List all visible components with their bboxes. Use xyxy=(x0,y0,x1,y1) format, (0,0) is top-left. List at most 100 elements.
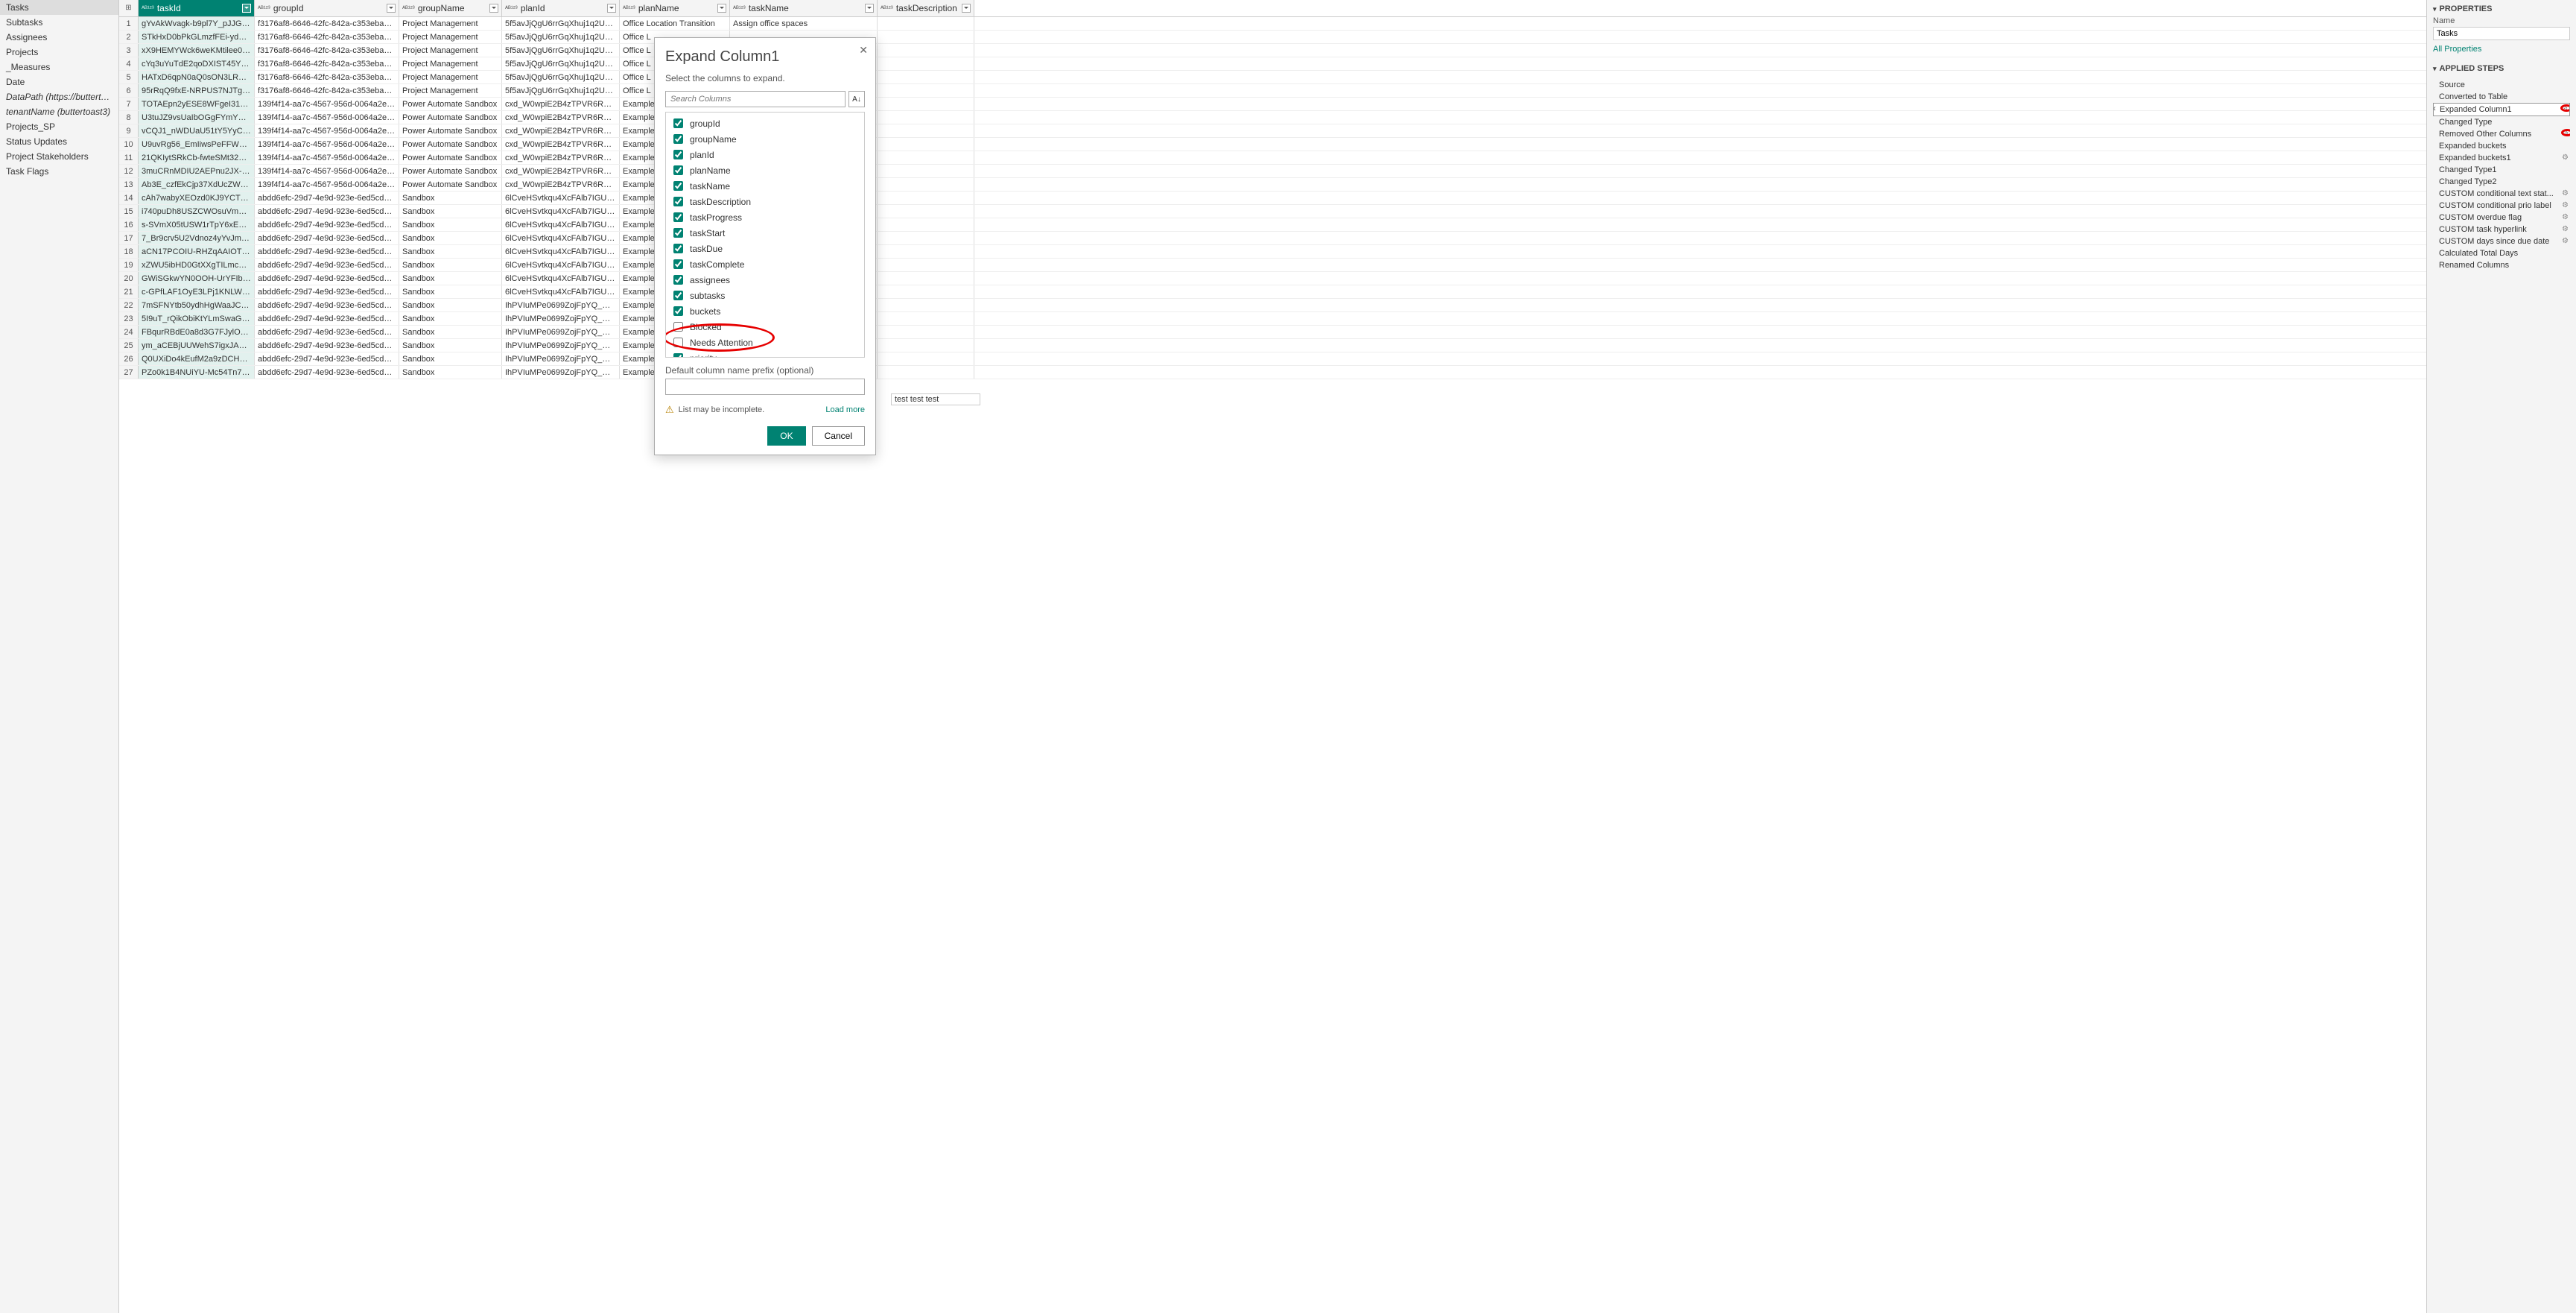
datatype-icon[interactable]: ᴬᴮ¹²³ xyxy=(881,4,893,12)
query-item[interactable]: Assignees xyxy=(0,30,118,45)
cell[interactable] xyxy=(878,339,974,352)
column-checkbox[interactable] xyxy=(673,228,683,238)
column-checkbox-row[interactable]: planId xyxy=(670,147,860,162)
table-row[interactable]: 5HATxD6qpN0aQ0sON3LR9w2UA...f3176af8-664… xyxy=(119,71,2426,84)
cell[interactable]: i740puDh8USZCWOsuVmCM2U... xyxy=(139,205,255,218)
cell[interactable] xyxy=(878,232,974,244)
cell[interactable]: xZWU5ibHD0GtXXgTILmcCGUAG... xyxy=(139,259,255,271)
applied-step[interactable]: Expanded buckets xyxy=(2433,140,2570,152)
cell[interactable]: abdd6efc-29d7-4e9d-923e-6ed5cda7ebce xyxy=(255,259,399,271)
cell[interactable]: Project Management xyxy=(399,44,502,57)
cell[interactable] xyxy=(878,352,974,365)
cell[interactable]: 6lCveHSvtkqu4XcFAlb7IGUADZ6j xyxy=(502,218,620,231)
table-row[interactable]: 227mSFNYtb50ydhHgWaaJCJGUAP...abdd6efc-2… xyxy=(119,299,2426,312)
cell[interactable]: cxd_W0wpiE2B4zTPVR6R8GUA... xyxy=(502,138,620,151)
cell[interactable]: 5f5avJjQgU6rrGqXhuj1q2UAHM... xyxy=(502,71,620,83)
cell[interactable]: STkHxD0bPkGLmzfFEi-ydWUAFt... xyxy=(139,31,255,43)
cell[interactable]: abdd6efc-29d7-4e9d-923e-6ed5cda7ebce xyxy=(255,339,399,352)
gear-icon[interactable]: ⚙ xyxy=(2561,105,2568,113)
load-more-link[interactable]: Load more xyxy=(825,405,865,414)
cell[interactable] xyxy=(878,366,974,379)
column-header[interactable]: ᴬᴮ¹²³taskId xyxy=(139,0,255,16)
column-checkbox-row[interactable]: buckets xyxy=(670,303,860,319)
cell[interactable]: c-GPfLAF1OyE3LPj1KNLWUAFxXr xyxy=(139,285,255,298)
filter-dropdown-icon[interactable] xyxy=(607,4,616,13)
cell[interactable] xyxy=(878,178,974,191)
row-number[interactable]: 4 xyxy=(119,57,139,70)
cell[interactable]: Sandbox xyxy=(399,205,502,218)
cell[interactable] xyxy=(878,31,974,43)
table-row[interactable]: 8U3tuJZ9vsUaIbOGgFYmYNWUAF...139f4f14-aa… xyxy=(119,111,2426,124)
column-checkbox[interactable] xyxy=(673,150,683,159)
cell[interactable]: GWiSGkwYN0OOH-UrYFIbTGUA... xyxy=(139,272,255,285)
row-number[interactable]: 20 xyxy=(119,272,139,285)
column-checkbox[interactable] xyxy=(673,291,683,300)
cell[interactable]: 139f4f14-aa7c-4567-956d-0064a2e847b8 xyxy=(255,165,399,177)
cell[interactable]: f3176af8-6646-42fc-842a-c353eba59611 xyxy=(255,71,399,83)
table-row[interactable]: 3xX9HEMYWck6weKMtilee02UA...f3176af8-664… xyxy=(119,44,2426,57)
column-header[interactable]: ᴬᴮ¹²³planName xyxy=(620,0,730,16)
table-row[interactable]: 177_Br9crv5U2Vdnoz4yYvJmUALqsnabdd6efc-2… xyxy=(119,232,2426,245)
cell[interactable]: 95rRqQ9fxE-NRPUS7NJTgGUAF6I7 xyxy=(139,84,255,97)
cell[interactable]: Sandbox xyxy=(399,232,502,244)
cell[interactable]: abdd6efc-29d7-4e9d-923e-6ed5cda7ebce xyxy=(255,205,399,218)
cell[interactable]: ym_aCEBjUUWehS7igxJAo2UA... xyxy=(139,339,255,352)
query-item[interactable]: Tasks xyxy=(0,0,118,15)
column-checkbox-row[interactable]: assignees xyxy=(670,272,860,288)
row-number[interactable]: 5 xyxy=(119,71,139,83)
name-input[interactable] xyxy=(2433,27,2570,40)
applied-step[interactable]: CUSTOM overdue flag⚙ xyxy=(2433,212,2570,224)
row-number[interactable]: 2 xyxy=(119,31,139,43)
cell[interactable] xyxy=(878,245,974,258)
cell[interactable]: Project Management xyxy=(399,84,502,97)
ok-button[interactable]: OK xyxy=(767,426,805,446)
cell[interactable] xyxy=(878,57,974,70)
cell[interactable]: Sandbox xyxy=(399,366,502,379)
table-row[interactable]: 235I9uT_rQikObiKtYLmSwaGUAAEtYabdd6efc-2… xyxy=(119,312,2426,326)
cell[interactable]: FBqurRBdE0a8d3G7FJylOmUAM... xyxy=(139,326,255,338)
cell[interactable]: cYq3uYuTdE2qoDXIST45YmUAO... xyxy=(139,57,255,70)
table-row[interactable]: 695rRqQ9fxE-NRPUS7NJTgGUAF6I7f3176af8-66… xyxy=(119,84,2426,98)
column-checkbox[interactable] xyxy=(673,244,683,253)
applied-step[interactable]: Expanded buckets1⚙ xyxy=(2433,152,2570,164)
applied-step[interactable]: Removed Other Columns⚙ xyxy=(2433,128,2570,140)
cell[interactable]: cxd_W0wpiE2B4zTPVR6R8GUA... xyxy=(502,111,620,124)
row-number[interactable]: 14 xyxy=(119,192,139,204)
column-checkbox[interactable] xyxy=(673,259,683,269)
datatype-icon[interactable]: ᴬᴮ¹²³ xyxy=(733,4,746,12)
cell[interactable]: U9uvRg56_EmIiwsPeFFW42UAN... xyxy=(139,138,255,151)
cell[interactable]: Power Automate Sandbox xyxy=(399,124,502,137)
table-row[interactable]: 26Q0UXiDo4kEufM2a9zDCH82UAJ...abdd6efc-2… xyxy=(119,352,2426,366)
table-row[interactable]: 9vCQJ1_nWDUaU51tY5YyCDGUA...139f4f14-aa7… xyxy=(119,124,2426,138)
row-number[interactable]: 17 xyxy=(119,232,139,244)
cell[interactable]: Project Management xyxy=(399,17,502,30)
cell[interactable]: Project Management xyxy=(399,31,502,43)
row-number[interactable]: 13 xyxy=(119,178,139,191)
cell[interactable] xyxy=(878,124,974,137)
cell[interactable] xyxy=(878,165,974,177)
applied-step[interactable]: CUSTOM task hyperlink⚙ xyxy=(2433,224,2570,235)
row-number[interactable]: 12 xyxy=(119,165,139,177)
cell[interactable]: Sandbox xyxy=(399,352,502,365)
cell[interactable] xyxy=(878,312,974,325)
cell[interactable]: cxd_W0wpiE2B4zTPVR6R8GUA... xyxy=(502,124,620,137)
row-number[interactable]: 3 xyxy=(119,44,139,57)
query-item[interactable]: tenantName (buttertoast3) xyxy=(0,104,118,119)
cell[interactable]: Power Automate Sandbox xyxy=(399,178,502,191)
query-item[interactable]: Projects xyxy=(0,45,118,60)
datatype-icon[interactable]: ᴬᴮ¹²³ xyxy=(505,4,518,12)
query-item[interactable]: Subtasks xyxy=(0,15,118,30)
cell[interactable]: abdd6efc-29d7-4e9d-923e-6ed5cda7ebce xyxy=(255,232,399,244)
column-checkbox-row[interactable]: planName xyxy=(670,162,860,178)
column-checkbox[interactable] xyxy=(673,118,683,128)
cell[interactable]: Assign office spaces xyxy=(730,17,878,30)
applied-step[interactable]: CUSTOM days since due date⚙ xyxy=(2433,235,2570,247)
column-header[interactable]: ᴬᴮ¹²³taskName xyxy=(730,0,878,16)
cell[interactable]: f3176af8-6646-42fc-842a-c353eba59611 xyxy=(255,57,399,70)
search-columns-input[interactable] xyxy=(665,91,846,107)
cell[interactable]: IhPVIuMPe0699ZojFpYQ_WUAE... xyxy=(502,326,620,338)
cell[interactable]: cxd_W0wpiE2B4zTPVR6R8GUA... xyxy=(502,98,620,110)
column-checkbox-row[interactable]: taskDescription xyxy=(670,194,860,209)
cell[interactable]: abdd6efc-29d7-4e9d-923e-6ed5cda7ebce xyxy=(255,192,399,204)
cell[interactable]: abdd6efc-29d7-4e9d-923e-6ed5cda7ebce xyxy=(255,245,399,258)
